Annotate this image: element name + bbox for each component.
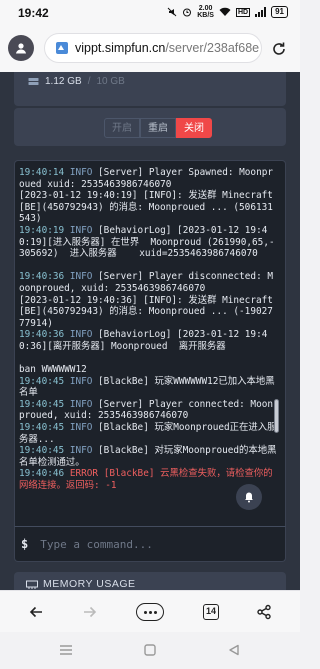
browser-address-bar: vippt.simpfun.cn/server/238af68e	[0, 26, 300, 72]
wifi-icon	[219, 7, 231, 16]
hd-badge: HD	[235, 7, 251, 17]
browser-toolbar: 14	[0, 590, 300, 632]
console-line: ban WWWWWW12	[19, 364, 277, 376]
console-line: [2023-01-12 19:40:36] [INFO]: 发送群 Minecr…	[19, 295, 277, 330]
console-level: INFO	[69, 445, 93, 457]
bell-icon	[245, 492, 253, 503]
account-button[interactable]	[8, 35, 34, 61]
console-line: 19:40:19 INFO [BehaviorLog] [2023-01-12 …	[19, 225, 277, 260]
console-level: INFO	[69, 375, 93, 387]
console-timestamp: 19:40:45	[19, 422, 65, 434]
url-host: vippt.simpfun.cn	[75, 41, 166, 55]
disk-total: 10 GB	[96, 76, 125, 87]
console-line: [2023-01-12 19:40:19] [INFO]: 发送群 Minecr…	[19, 190, 277, 225]
system-navigation-bar	[0, 632, 300, 669]
console-line: 19:40:14 INFO [Server] Player Spawned: M…	[19, 167, 277, 190]
memory-usage-card: MEMORY USAGE	[14, 572, 286, 590]
net-speed: 2.00 KB/S	[197, 5, 214, 19]
share-icon	[257, 604, 271, 620]
notification-bell-button[interactable]	[236, 484, 262, 510]
power-controls: 开启 重启 关闭	[104, 118, 212, 138]
console-timestamp: 19:40:14	[19, 167, 65, 178]
console-line: 19:40:45 INFO [BlackBe] 玩家WWWWWW12已加入本地黑…	[19, 376, 277, 399]
arrow-left-icon	[29, 606, 42, 618]
console-line: 19:40:36 INFO [Server] Player disconnect…	[19, 271, 277, 294]
status-time: 19:42	[18, 6, 49, 20]
account-icon	[16, 43, 26, 54]
console-text: ban WWWWWW12	[19, 364, 87, 376]
console-level: INFO	[69, 167, 93, 178]
console-timestamp: 19:40:45	[19, 445, 65, 457]
status-icons: 2.00 KB/S HD 91	[167, 5, 288, 19]
mute-icon	[167, 7, 177, 17]
status-bar: 19:42 2.00 KB/S HD 91	[0, 0, 300, 26]
battery-indicator: 91	[271, 6, 288, 18]
url-path: /server/238af68e	[165, 41, 260, 55]
console-text: [2023-01-12 19:40:36] [INFO]: 发送群 Minecr…	[19, 294, 273, 329]
url-field[interactable]: vippt.simpfun.cn/server/238af68e	[44, 33, 262, 63]
console-level: INFO	[69, 271, 93, 283]
nav-back-button[interactable]	[226, 642, 242, 658]
memory-icon	[26, 580, 38, 589]
console-timestamp: 19:40:46	[19, 468, 65, 480]
console-timestamp: 19:40:45	[19, 375, 65, 387]
menu-button[interactable]	[134, 600, 166, 624]
share-button[interactable]	[252, 600, 276, 624]
console-level: INFO	[69, 224, 93, 236]
console-timestamp: 19:40:45	[19, 398, 65, 410]
disk-separator: /	[87, 76, 91, 87]
arrow-right-icon	[84, 606, 97, 618]
cell-signal-icon	[255, 7, 267, 17]
command-input[interactable]	[40, 537, 261, 551]
tabs-button[interactable]: 14	[199, 600, 223, 624]
console-level: INFO	[69, 329, 93, 341]
console-text: [2023-01-12 19:40:19] [INFO]: 发送群 Minecr…	[19, 190, 273, 225]
memory-usage-title: MEMORY USAGE	[26, 578, 136, 590]
console-line: 19:40:36 INFO [BehaviorLog] [2023-01-12 …	[19, 329, 277, 352]
site-favicon-icon	[56, 42, 68, 54]
console-level: INFO	[69, 398, 93, 410]
refresh-icon[interactable]	[270, 40, 288, 58]
console-output[interactable]: 19:40:14 INFO [Server] Player Spawned: M…	[14, 160, 286, 528]
home-square-icon	[144, 644, 156, 656]
console-level: INFO	[69, 422, 93, 434]
restart-button[interactable]: 重启	[140, 118, 176, 138]
recents-icon	[60, 645, 72, 655]
tabs-count: 14	[203, 604, 219, 620]
alarm-icon	[183, 8, 192, 17]
console-line: 19:40:45 INFO [BlackBe] 玩家Moonproued正在进入…	[19, 422, 277, 445]
console-level: ERROR	[69, 468, 99, 480]
console-scrollbar[interactable]	[274, 399, 279, 433]
console-timestamp: 19:40:36	[19, 329, 65, 341]
forward-button[interactable]	[78, 600, 102, 624]
console-line: 19:40:45 INFO [BlackBe] 对玩家Moonproued的本地…	[19, 445, 277, 468]
disk-usage-card: 1.12 GB / 10 GB	[14, 72, 286, 106]
back-button[interactable]	[24, 600, 48, 624]
back-triangle-icon	[229, 644, 239, 656]
home-button[interactable]	[142, 642, 158, 658]
console-timestamp: 19:40:36	[19, 271, 65, 283]
recents-button[interactable]	[58, 642, 74, 658]
command-bar: $	[14, 526, 286, 562]
stop-button[interactable]: 关闭	[176, 118, 212, 138]
console-log: 19:40:14 INFO [Server] Player Spawned: M…	[19, 167, 277, 492]
disk-used: 1.12 GB	[45, 76, 82, 87]
disk-icon	[28, 78, 39, 85]
console-timestamp: 19:40:19	[19, 224, 65, 236]
more-dots-icon	[136, 603, 164, 621]
start-button[interactable]: 开启	[104, 118, 140, 138]
console-line: 19:40:45 INFO [Server] Player connected:…	[19, 399, 277, 422]
disk-usage-row: 1.12 GB / 10 GB	[28, 76, 125, 87]
command-prompt-symbol: $	[21, 537, 29, 551]
